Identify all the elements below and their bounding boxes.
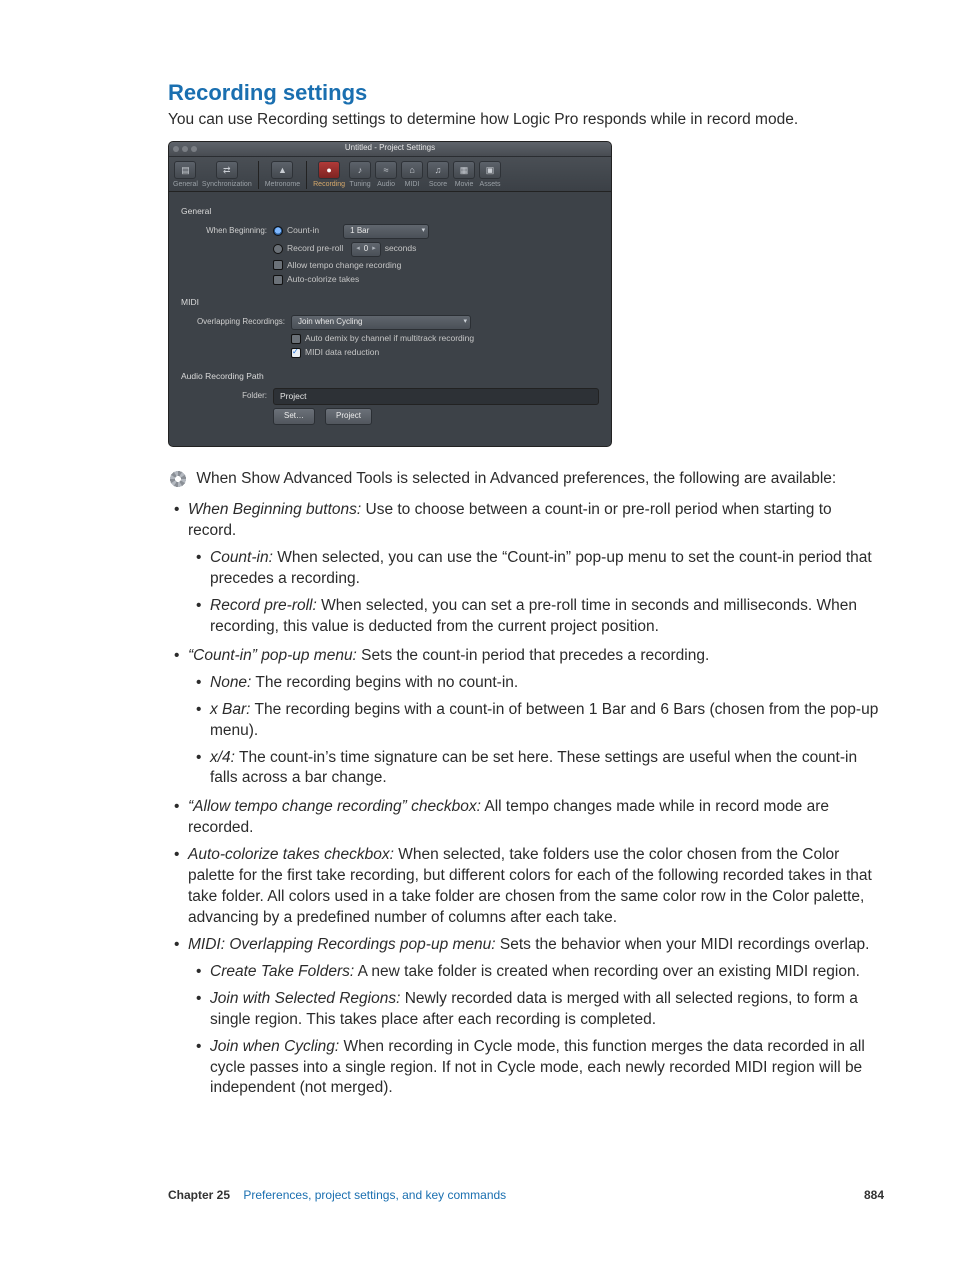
- list-item: “Count-in” pop-up menu: Sets the count-i…: [188, 646, 884, 790]
- folder-label: Folder:: [181, 391, 273, 402]
- auto-demix-checkbox[interactable]: [291, 334, 301, 344]
- count-in-radio-label: Count-in: [287, 225, 319, 236]
- project-button[interactable]: Project: [325, 408, 372, 425]
- window-titlebar: Untitled - Project Settings: [169, 142, 611, 157]
- list-item: x/4: The count-in’s time signature can b…: [210, 748, 884, 790]
- tab-recording[interactable]: ●Recording: [313, 161, 345, 189]
- tab-audio[interactable]: ≈Audio: [375, 161, 397, 189]
- list-item: Count-in: When selected, you can use the…: [210, 548, 884, 590]
- tab-tuning[interactable]: ♪Tuning: [349, 161, 371, 189]
- midi-data-reduction-checkbox[interactable]: [291, 348, 301, 358]
- set-button[interactable]: Set…: [273, 408, 315, 425]
- allow-tempo-checkbox[interactable]: [273, 260, 283, 270]
- section-general-label: General: [181, 206, 599, 217]
- list-item: Join with Selected Regions: Newly record…: [210, 989, 884, 1031]
- chapter-label: Chapter 25: [168, 1188, 230, 1202]
- preroll-value: 0: [364, 244, 368, 255]
- folder-field[interactable]: Project: [273, 388, 599, 405]
- tab-score[interactable]: ♫Score: [427, 161, 449, 189]
- when-beginning-label: When Beginning:: [181, 226, 273, 237]
- list-item: Create Take Folders: A new take folder i…: [210, 962, 884, 983]
- tab-metronome[interactable]: ▲Metronome: [265, 161, 300, 189]
- settings-window: Untitled - Project Settings ▤General ⇄Sy…: [168, 141, 612, 448]
- toolbar: ▤General ⇄Synchronization ▲Metronome ●Re…: [169, 157, 611, 192]
- list-item: None: The recording begins with no count…: [210, 673, 884, 694]
- overlap-label: Overlapping Recordings:: [181, 317, 291, 328]
- auto-colorize-label: Auto-colorize takes: [287, 274, 359, 285]
- tab-general[interactable]: ▤General: [173, 161, 198, 189]
- page-title: Recording settings: [168, 78, 884, 108]
- intro-text: You can use Recording settings to determ…: [168, 110, 884, 131]
- overlap-popup[interactable]: Join when Cycling: [291, 315, 471, 330]
- midi-data-reduction-label: MIDI data reduction: [305, 347, 379, 358]
- preroll-radio[interactable]: [273, 244, 283, 254]
- chevron-left-icon[interactable]: ◂: [356, 244, 360, 253]
- list-item: Join when Cycling: When recording in Cyc…: [210, 1037, 884, 1100]
- auto-demix-label: Auto demix by channel if multitrack reco…: [305, 333, 474, 344]
- tab-midi[interactable]: ⌂MIDI: [401, 161, 423, 189]
- preroll-stepper[interactable]: ◂ 0 ▸: [351, 242, 380, 257]
- page-footer: Chapter 25 Preferences, project settings…: [168, 1187, 884, 1203]
- tab-synchronization[interactable]: ⇄Synchronization: [202, 161, 252, 189]
- chapter-name: Preferences, project settings, and key c…: [243, 1188, 506, 1202]
- tab-movie[interactable]: ▦Movie: [453, 161, 475, 189]
- section-midi-label: MIDI: [181, 297, 599, 308]
- list-item: Auto-colorize takes checkbox: When selec…: [188, 845, 884, 929]
- allow-tempo-label: Allow tempo change recording: [287, 260, 401, 271]
- chevron-right-icon[interactable]: ▸: [372, 244, 376, 253]
- gear-icon: [168, 469, 188, 489]
- list-item: Record pre-roll: When selected, you can …: [210, 596, 884, 638]
- auto-colorize-checkbox[interactable]: [273, 275, 283, 285]
- list-item: MIDI: Overlapping Recordings pop-up menu…: [188, 935, 884, 1099]
- preroll-unit: seconds: [385, 243, 417, 254]
- list-item: When Beginning buttons: Use to choose be…: [188, 500, 884, 638]
- section-path-label: Audio Recording Path: [181, 371, 599, 382]
- preroll-radio-label: Record pre-roll: [287, 243, 343, 254]
- window-title: Untitled - Project Settings: [169, 143, 611, 154]
- page-number: 884: [864, 1187, 884, 1203]
- count-in-radio[interactable]: [273, 226, 283, 236]
- advanced-tools-note: When Show Advanced Tools is selected in …: [168, 469, 884, 490]
- count-in-popup[interactable]: 1 Bar: [343, 224, 429, 239]
- list-item: “Allow tempo change recording” checkbox:…: [188, 797, 884, 839]
- tab-assets[interactable]: ▣Assets: [479, 161, 501, 189]
- list-item: x Bar: The recording begins with a count…: [210, 700, 884, 742]
